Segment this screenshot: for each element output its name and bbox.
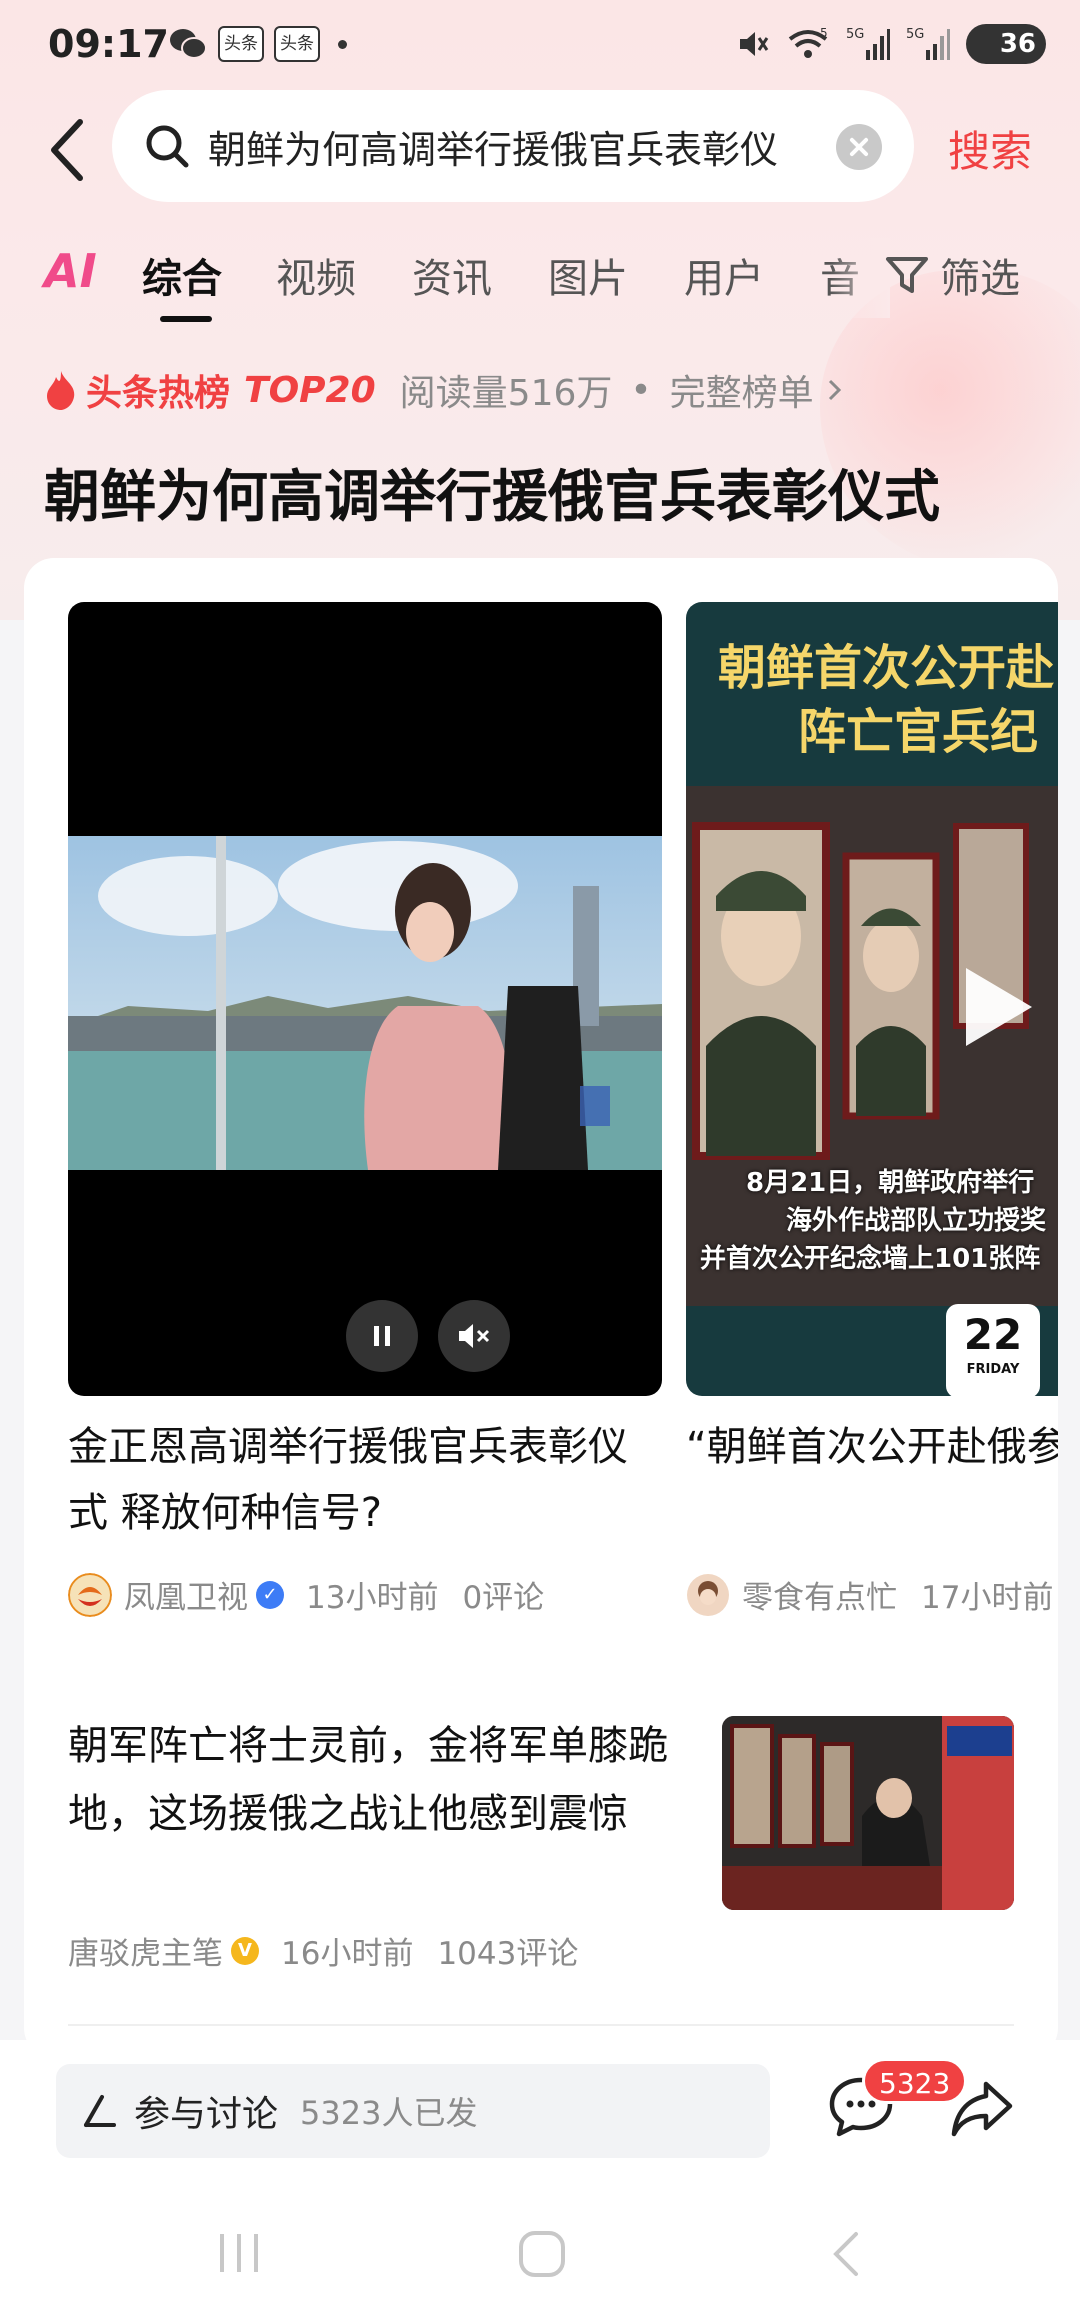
wifi-label: 5: [820, 27, 828, 40]
hot-rank-label: 头条热榜: [86, 373, 231, 414]
toutiao-notification-icon: 头条: [274, 26, 320, 62]
comment-count: 0评论: [462, 1580, 545, 1616]
search-button[interactable]: 搜索: [948, 118, 1032, 179]
video-frame: [68, 836, 662, 1170]
video-player[interactable]: [68, 602, 662, 1396]
discuss-input[interactable]: 参与讨论 5323人已发: [56, 2064, 770, 2158]
network-label: 5G: [846, 27, 864, 42]
date-number: 22: [963, 1310, 1023, 1359]
page-title: 朝鲜为何高调举行援俄官兵表彰仪式: [44, 465, 940, 530]
discuss-label: 参与讨论: [134, 2094, 279, 2135]
tab-news[interactable]: 资讯: [412, 246, 492, 304]
author-avatar[interactable]: [686, 1573, 730, 1617]
video-meta: 凤凰卫视 ✓ 13小时前 0评论: [68, 1572, 544, 1617]
play-icon[interactable]: [958, 962, 1038, 1052]
tab-ai[interactable]: AI: [44, 244, 97, 298]
date-weekday: FRIDAY: [966, 1362, 1020, 1377]
video-title[interactable]: 金正恩高调举行援俄官兵表彰仪式 释放何种信号?: [68, 1414, 662, 1546]
pause-button[interactable]: [346, 1300, 418, 1372]
filter-button[interactable]: 筛选: [884, 246, 1020, 304]
network-label: 5G: [906, 27, 924, 42]
pause-icon: [374, 1326, 390, 1346]
status-bar: 09:17 头条 头条 5 5G 5G 36: [0, 0, 1080, 96]
author-name[interactable]: 唐驳虎主笔: [68, 1928, 223, 1973]
results-card: 朝鲜首次公开赴 阵亡官兵纪 8月21日，朝鲜政府举行 海外作战部队立功授奖 并首…: [24, 558, 1058, 2058]
more-notifications-dot: [338, 39, 347, 49]
system-navigation-bar: [0, 2180, 1080, 2316]
pen-icon: [84, 2095, 116, 2127]
share-icon[interactable]: [950, 2076, 1014, 2140]
comment-count: 1043评论: [437, 1936, 579, 1972]
battery-level: 36: [999, 29, 1036, 59]
signal-icon: 5G: [846, 27, 890, 60]
recent-apps-icon[interactable]: [214, 2228, 264, 2278]
author-name[interactable]: 零食有点忙: [742, 1572, 897, 1617]
signal-icon: 5G: [906, 27, 950, 60]
flame-icon: [47, 371, 75, 410]
wechat-icon: [170, 29, 207, 59]
wifi-icon: 5: [788, 27, 828, 58]
video-caption: 8月21日，朝鲜政府举行 海外作战部队立功授奖 并首次公开纪念墙上101张阵: [700, 1164, 1046, 1278]
verified-badge-icon: ✓: [256, 1580, 284, 1609]
mute-toggle-button[interactable]: [438, 1300, 510, 1372]
tab-comprehensive[interactable]: 综合: [142, 246, 222, 304]
search-icon: [146, 125, 189, 168]
verified-badge-icon: V: [231, 1936, 259, 1965]
hot-rank-position: TOP20: [244, 369, 376, 411]
author-name[interactable]: 凤凰卫视: [124, 1572, 248, 1617]
overlay-title-line: 阵亡官兵纪: [798, 704, 1039, 760]
back-nav-icon[interactable]: [826, 2228, 866, 2280]
post-time: 13小时前: [306, 1580, 439, 1616]
chevron-right-icon: [828, 379, 841, 401]
separator-dot: •: [630, 369, 652, 411]
caption-line: 8月21日，朝鲜政府举行: [746, 1168, 1035, 1198]
post-time: 17小时前: [921, 1580, 1054, 1616]
tab-users[interactable]: 用户: [684, 246, 764, 304]
caption-line: 海外作战部队立功授奖: [786, 1206, 1047, 1236]
full-list-link[interactable]: 完整榜单: [670, 364, 814, 416]
search-query[interactable]: 朝鲜为何高调举行援俄官兵表彰仪: [208, 119, 808, 174]
video-meta: 零食有点忙 17小时前: [686, 1572, 1053, 1617]
discuss-count: 5323人已发: [300, 2094, 478, 2132]
muted-speaker-icon: [459, 1324, 490, 1348]
status-system-icons: 5 5G 5G 36: [736, 24, 1046, 64]
status-notification-icons: 头条 头条: [168, 26, 347, 62]
filter-label: 筛选: [940, 256, 1020, 302]
tab-video[interactable]: 视频: [276, 246, 356, 304]
search-input[interactable]: 朝鲜为何高调举行援俄官兵表彰仪: [112, 90, 914, 202]
video-title[interactable]: “朝鲜首次公开赴俄参战阵亡官兵纪念墙”!: [686, 1414, 1058, 1480]
divider: [68, 2024, 1014, 2026]
video-thumbnail[interactable]: 朝鲜首次公开赴 阵亡官兵纪 8月21日，朝鲜政府举行 海外作战部队立功授奖 并首…: [686, 602, 1058, 1396]
status-time: 09:17: [48, 22, 169, 66]
date-badge: 22 FRIDAY: [946, 1304, 1040, 1396]
caption-line: 并首次公开纪念墙上101张阵: [700, 1244, 1041, 1274]
article-thumbnail[interactable]: [722, 1716, 1014, 1910]
filter-icon: [886, 257, 928, 293]
battery-indicator: 36: [966, 24, 1046, 64]
clear-icon[interactable]: [836, 124, 882, 170]
home-icon[interactable]: [516, 2228, 568, 2280]
bottom-action-bar: 参与讨论 5323人已发 5323: [0, 2040, 1080, 2180]
article-thumbnail-image: [722, 1716, 1014, 1910]
read-count: 阅读量516万: [399, 373, 613, 414]
hot-rank-row[interactable]: 头条热榜 TOP20 阅读量516万 • 完整榜单: [44, 364, 848, 416]
author-avatar[interactable]: [68, 1572, 112, 1617]
active-tab-indicator: [160, 316, 212, 322]
article-title[interactable]: 朝军阵亡将士灵前，金将军单膝跪地，这场援俄之战让他感到震惊: [68, 1712, 688, 1848]
article-meta: 唐驳虎主笔 V 16小时前 1043评论: [68, 1928, 578, 1973]
tab-images[interactable]: 图片: [548, 246, 628, 304]
back-button[interactable]: [40, 110, 100, 190]
mute-icon: [740, 32, 769, 56]
overlay-title-line: 朝鲜首次公开赴: [718, 640, 1055, 696]
toutiao-notification-icon: 头条: [218, 26, 264, 62]
video-overlay-title: 朝鲜首次公开赴 阵亡官兵纪: [718, 636, 1054, 764]
post-time: 16小时前: [281, 1936, 414, 1972]
tabs-fade: [830, 238, 890, 318]
category-tabs: AI 综合 视频 资讯 图片 用户 音 筛选: [0, 238, 1080, 328]
